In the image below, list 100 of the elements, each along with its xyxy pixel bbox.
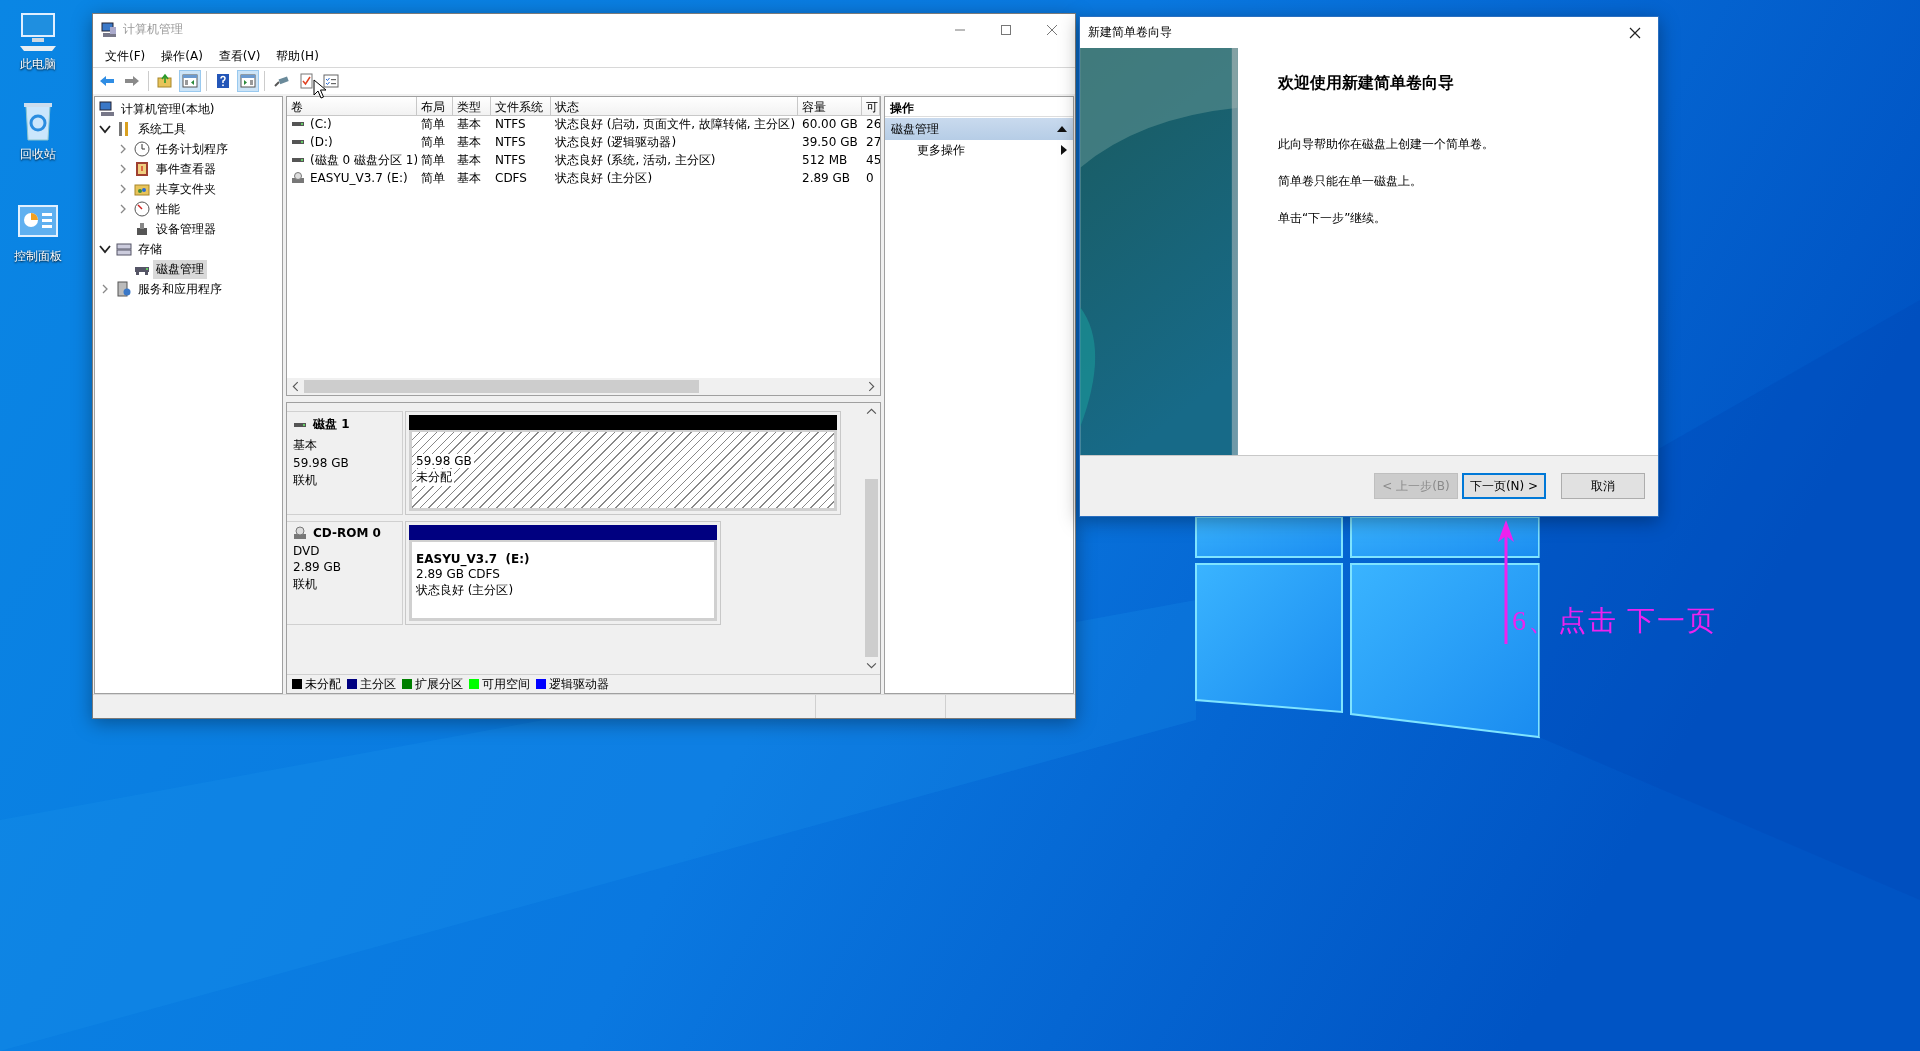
desktop-shortcut[interactable]: 控制面板 <box>0 198 76 267</box>
tree-item[interactable]: 系统工具 <box>95 119 282 139</box>
disc-drive-icon <box>291 172 305 184</box>
table-cell-text: 状态良好 (系统, 活动, 主分区) <box>554 151 717 169</box>
tree-item[interactable]: 设备管理器 <box>95 219 282 239</box>
device-icon <box>134 221 150 237</box>
computer-icon <box>99 101 115 117</box>
table-cell-text: 39.50 GB <box>801 134 859 151</box>
table-cell-text: 基本 <box>456 169 482 187</box>
next-button[interactable]: 下一页(N) > <box>1462 473 1546 499</box>
table-cell-text: 2.89 GB <box>801 170 852 187</box>
column-header[interactable]: 类型 <box>453 97 491 116</box>
tree-item[interactable]: 服务和应用程序 <box>95 279 282 299</box>
collapse-icon <box>1057 125 1067 133</box>
table-cell-text: NTFS <box>494 134 527 151</box>
annotation-text: 6、点击 下一页 <box>1512 604 1717 638</box>
disk-info-panel[interactable]: 磁盘 1 基本 59.98 GB 联机 <box>287 411 403 515</box>
forward-icon <box>124 73 140 89</box>
window-title: 新建简单卷向导 <box>1087 24 1172 41</box>
column-header[interactable]: 容量 <box>798 97 862 116</box>
tree-item[interactable]: 存储 <box>95 239 282 259</box>
toolbar-button[interactable] <box>179 70 201 92</box>
log-icon <box>134 161 150 177</box>
menu-item[interactable]: 操作(A) <box>153 47 211 65</box>
services-icon <box>116 281 132 297</box>
cancel-button[interactable]: 取消 <box>1561 473 1645 499</box>
pane-icon <box>240 73 256 89</box>
tree-item[interactable]: 性能 <box>95 199 282 219</box>
legend-label: 未分配 <box>305 675 341 693</box>
menu-item[interactable]: 文件(F) <box>97 47 154 65</box>
partition-block[interactable]: 59.98 GB 未分配 <box>409 430 837 511</box>
table-cell: (D:) <box>287 133 417 151</box>
table-cell-text: 512 MB <box>801 152 849 169</box>
wizard-text: 单击“下一步”继续。 <box>1278 210 1388 227</box>
computer-management-icon <box>101 21 117 38</box>
action-item[interactable]: 更多操作 <box>885 140 1073 160</box>
table-cell-text: 45 <box>865 152 880 169</box>
legend-label: 逻辑驱动器 <box>549 675 609 693</box>
shared-folder-icon <box>134 181 150 197</box>
disk-detail: 59.98 GB <box>293 456 350 470</box>
table-cell-text: 基本 <box>456 151 482 169</box>
table-cell: (C:) <box>287 115 417 133</box>
table-cell-text: NTFS <box>494 116 527 133</box>
tree-item[interactable]: 任务计划程序 <box>95 139 282 159</box>
action-section-header[interactable]: 磁盘管理 <box>885 118 1073 140</box>
column-header[interactable]: 布局 <box>417 97 453 116</box>
disk-detail: DVD <box>293 544 321 558</box>
table-cell-text: 0 <box>865 170 875 187</box>
tree-item[interactable]: 计算机管理(本地) <box>95 99 282 119</box>
submenu-arrow-icon <box>1061 145 1067 155</box>
partition-title: EASYU_V3.7 (E:) <box>416 552 532 566</box>
legend-label: 扩展分区 <box>415 675 463 693</box>
close-icon <box>1629 26 1641 39</box>
disk-detail: 2.89 GB <box>293 560 343 574</box>
partition-block[interactable]: EASYU_V3.7 (E:) 2.89 GB CDFS 状态良好 (主分区) <box>409 540 717 621</box>
table-cell-text: 状态良好 (主分区) <box>554 169 654 187</box>
table-cell-text: 状态良好 (启动, 页面文件, 故障转储, 主分区) <box>554 115 797 133</box>
checklist-icon <box>298 73 314 89</box>
pane-icon <box>182 73 198 89</box>
column-header[interactable]: 文件系统 <box>491 97 551 116</box>
disk-info-panel[interactable]: CD-ROM 0 DVD 2.89 GB 联机 <box>287 521 403 625</box>
properties-icon <box>323 73 339 89</box>
back-icon <box>99 73 115 89</box>
gauge-icon <box>134 201 150 217</box>
tree-item[interactable]: 共享文件夹 <box>95 179 282 199</box>
table-cell-text: 基本 <box>456 133 482 151</box>
disk-name: CD-ROM 0 <box>313 526 381 540</box>
disk-detail: 联机 <box>293 576 318 593</box>
table-cell-text: CDFS <box>494 170 528 187</box>
column-header[interactable]: 状态 <box>551 97 798 116</box>
partition-detail: 2.89 GB CDFS <box>416 567 502 581</box>
arrow-icon <box>1497 520 1515 644</box>
legend-label: 可用空间 <box>482 675 530 693</box>
menu-item[interactable]: 查看(V) <box>210 47 269 65</box>
desktop-shortcut[interactable]: 此电脑 <box>0 6 76 75</box>
disc-drive-icon <box>293 526 307 540</box>
scrollbar[interactable] <box>287 378 880 395</box>
table-cell-text: 26 <box>865 116 880 133</box>
table-cell-text: 简单 <box>420 133 446 151</box>
column-header[interactable]: 可 <box>862 97 880 116</box>
desktop-shortcut[interactable]: 回收站 <box>0 96 76 165</box>
menu-item[interactable]: 帮助(H) <box>268 47 327 65</box>
disk-detail: 基本 <box>293 437 318 454</box>
column-header[interactable]: 卷 <box>287 97 417 116</box>
maximize-icon <box>1000 23 1012 36</box>
partition-detail: 状态良好 (主分区) <box>416 582 516 599</box>
toolbar-button[interactable] <box>237 70 259 92</box>
close-icon <box>1046 23 1058 36</box>
table-cell-text: 基本 <box>456 115 482 133</box>
tree-item[interactable]: 磁盘管理 <box>95 259 282 279</box>
table-cell-text: 简单 <box>420 151 446 169</box>
disk-detail: 联机 <box>293 472 318 489</box>
tree-item[interactable]: 事件查看器 <box>95 159 282 179</box>
table-cell-text: 27 <box>865 134 880 151</box>
table-cell-text: 简单 <box>420 115 446 133</box>
pane-header: 操作 <box>885 97 1073 117</box>
wizard-text: 此向导帮助你在磁盘上创建一个简单卷。 <box>1278 136 1494 153</box>
disk-name: 磁盘 1 <box>313 416 350 433</box>
partition-detail: 未分配 <box>416 469 454 486</box>
table-cell-text: NTFS <box>494 152 527 169</box>
